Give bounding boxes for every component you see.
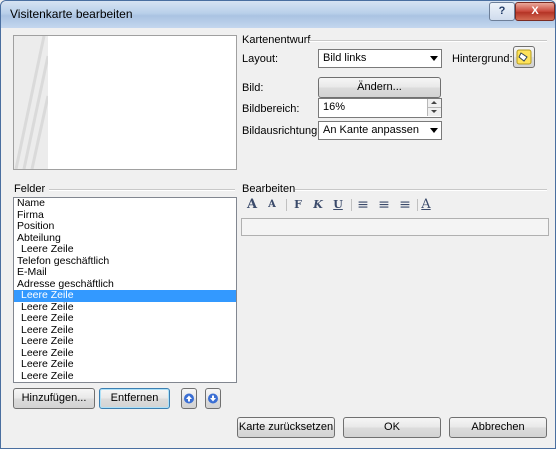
picture-area-spinner[interactable]: 16% xyxy=(318,98,442,118)
move-down-button[interactable] xyxy=(205,388,221,409)
card-preview-image xyxy=(14,36,236,169)
background-color-button[interactable] xyxy=(513,46,535,68)
layout-select[interactable]: Bild links xyxy=(318,49,442,68)
help-button[interactable]: ? xyxy=(489,2,515,21)
layout-value: Bild links xyxy=(323,52,367,64)
italic-icon[interactable]: K xyxy=(310,197,326,213)
reset-card-button[interactable]: Karte zurücksetzen xyxy=(237,417,335,438)
picture-alignment-label: Bildausrichtung: xyxy=(242,125,321,137)
edit-group-divider xyxy=(295,189,547,191)
field-list-item[interactable]: Leere Zeile xyxy=(14,358,236,371)
align-center-icon[interactable]: ≡ xyxy=(376,197,392,213)
chevron-down-icon xyxy=(430,56,438,61)
arrow-up-icon xyxy=(184,393,194,404)
fields-list[interactable]: Name Firma Position Abteilung Leere Zeile Tel… xyxy=(13,197,237,383)
field-list-item[interactable]: Leere Zeile xyxy=(14,243,236,256)
paint-bucket-icon xyxy=(516,49,532,65)
design-group-divider xyxy=(309,40,547,42)
picture-label: Bild: xyxy=(242,82,264,94)
cancel-button[interactable]: Abbrechen xyxy=(449,417,547,438)
background-label: Hintergrund: xyxy=(452,53,513,65)
add-field-button[interactable]: Hinzufügen... xyxy=(13,388,95,409)
font-shrink-icon[interactable]: A xyxy=(264,197,280,213)
edit-group-title: Bearbeiten xyxy=(242,183,296,195)
change-picture-button[interactable]: Ändern... xyxy=(318,77,441,98)
dialog-window: Visitenkarte bearbeiten ? X Kartenentwur… xyxy=(0,0,556,449)
card-preview xyxy=(13,35,237,170)
title-bar: Visitenkarte bearbeiten ? X xyxy=(1,1,555,28)
toolbar-separator xyxy=(351,199,352,211)
picture-area-value: 16% xyxy=(323,101,346,113)
field-edit-box[interactable] xyxy=(241,218,549,236)
picture-area-label: Bildbereich: xyxy=(242,103,300,115)
ok-button[interactable]: OK xyxy=(343,417,441,438)
field-list-item[interactable]: Leere Zeile xyxy=(14,335,236,348)
toolbar-separator xyxy=(286,199,287,211)
move-up-button[interactable] xyxy=(181,388,197,409)
align-right-icon[interactable]: ≡ xyxy=(397,197,413,213)
field-list-item[interactable]: Name xyxy=(14,198,236,210)
dialog-content: Kartenentwurf Layout: Bild links Hinterg… xyxy=(5,28,551,444)
field-list-item[interactable]: Leere Zeile xyxy=(14,312,236,325)
arrow-down-icon xyxy=(208,393,218,404)
field-list-item[interactable]: E-Mail xyxy=(14,266,236,279)
font-grow-icon[interactable]: A xyxy=(244,197,260,213)
field-list-item[interactable]: Telefon geschäftlich xyxy=(14,255,236,268)
bold-icon[interactable]: F xyxy=(290,197,306,213)
fields-group-title: Felder xyxy=(14,183,46,195)
design-group-title: Kartenentwurf xyxy=(242,34,311,46)
field-list-item[interactable]: Leere Zeile xyxy=(14,370,236,383)
chevron-down-icon xyxy=(430,128,438,133)
fields-group-divider xyxy=(49,189,235,191)
close-button[interactable]: X xyxy=(515,2,555,21)
font-color-icon[interactable]: A xyxy=(418,197,434,213)
layout-label: Layout: xyxy=(242,53,279,65)
spin-down-icon[interactable] xyxy=(427,108,441,116)
underline-icon[interactable]: U xyxy=(330,197,346,213)
remove-field-button[interactable]: Entfernen xyxy=(99,388,170,409)
window-title: Visitenkarte bearbeiten xyxy=(10,7,133,21)
picture-alignment-select[interactable]: An Kante anpassen xyxy=(318,121,442,140)
picture-alignment-value: An Kante anpassen xyxy=(323,124,420,136)
align-left-icon[interactable]: ≡ xyxy=(355,197,371,213)
spin-up-icon[interactable] xyxy=(427,99,441,108)
field-list-item[interactable]: Leere Zeile xyxy=(14,289,236,302)
field-list-item[interactable]: Position xyxy=(14,220,236,233)
